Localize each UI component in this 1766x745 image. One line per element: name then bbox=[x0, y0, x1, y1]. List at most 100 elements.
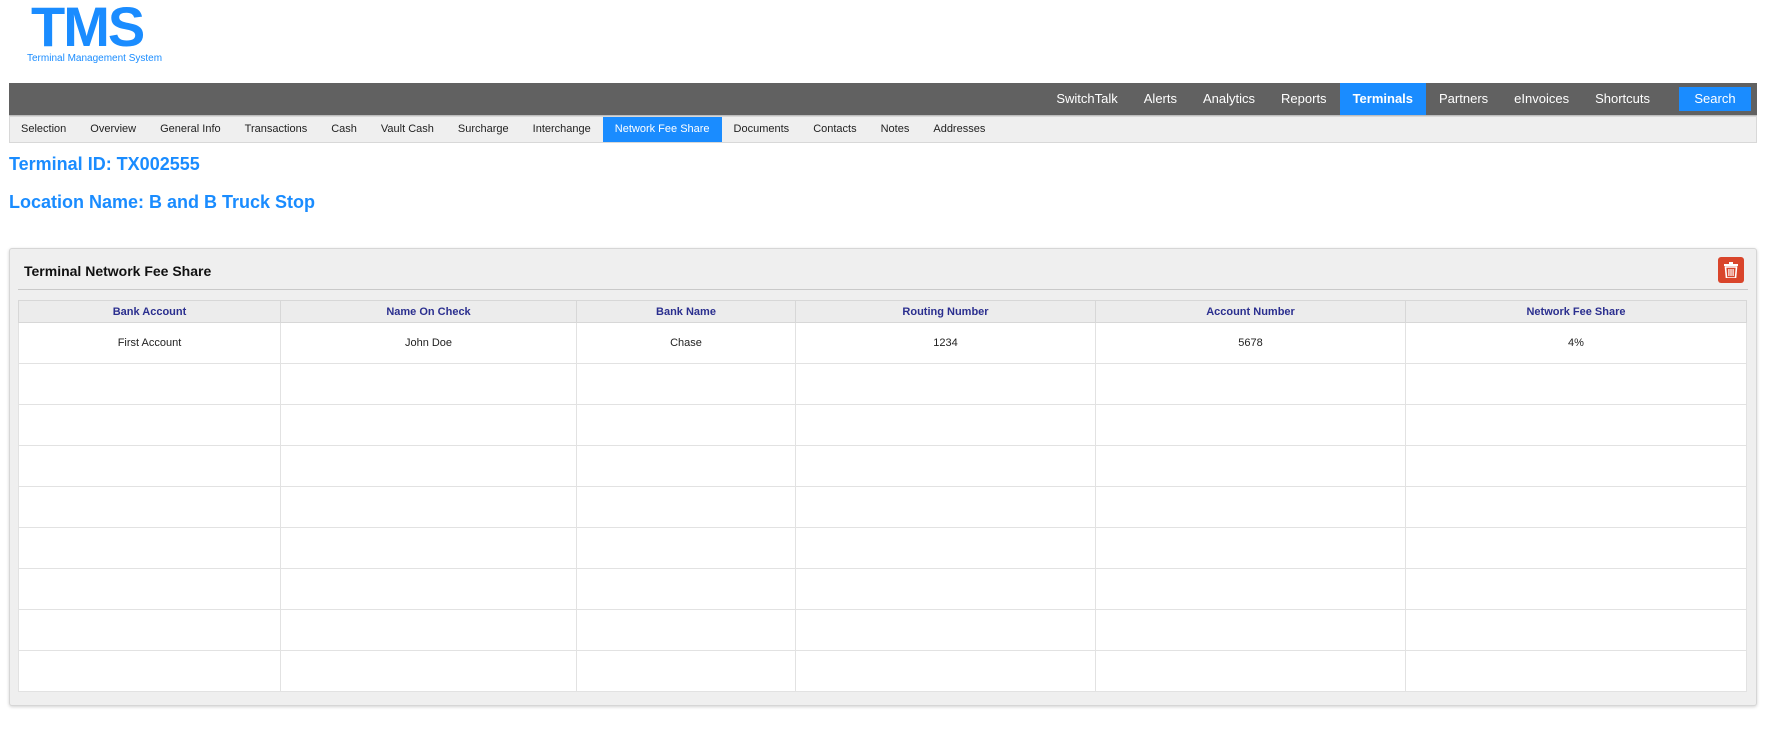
table-cell bbox=[1095, 445, 1406, 487]
nav-item-einvoices[interactable]: eInvoices bbox=[1501, 83, 1582, 115]
delete-button[interactable] bbox=[1718, 257, 1744, 283]
logo-mark: TMS bbox=[31, 0, 145, 58]
tab-network-fee-share[interactable]: Network Fee Share bbox=[602, 117, 722, 142]
nav-item-alerts[interactable]: Alerts bbox=[1131, 83, 1190, 115]
table-cell: Chase bbox=[576, 322, 796, 364]
table-cell bbox=[795, 568, 1096, 610]
column-header-routing-number[interactable]: Routing Number bbox=[795, 300, 1096, 323]
table-cell bbox=[280, 650, 577, 692]
tab-notes[interactable]: Notes bbox=[869, 117, 922, 142]
table-cell bbox=[1405, 527, 1747, 569]
table-cell bbox=[280, 568, 577, 610]
fee-share-table: Bank Account Name On Check Bank Name Rou… bbox=[18, 300, 1747, 692]
top-navigation: SwitchTalk Alerts Analytics Reports Term… bbox=[9, 83, 1757, 116]
tab-interchange[interactable]: Interchange bbox=[521, 117, 603, 142]
table-cell bbox=[1095, 568, 1406, 610]
table-cell bbox=[1405, 609, 1747, 651]
tab-overview[interactable]: Overview bbox=[78, 117, 148, 142]
column-header-bank-account[interactable]: Bank Account bbox=[18, 300, 281, 323]
table-cell bbox=[576, 650, 796, 692]
top-nav-items: SwitchTalk Alerts Analytics Reports Term… bbox=[1043, 83, 1751, 115]
table-cell bbox=[1405, 445, 1747, 487]
nav-item-terminals[interactable]: Terminals bbox=[1339, 83, 1427, 115]
table-cell bbox=[18, 527, 281, 569]
logo-subtitle: Terminal Management System bbox=[27, 53, 163, 64]
tab-cash[interactable]: Cash bbox=[319, 117, 369, 142]
table-cell bbox=[1405, 404, 1747, 446]
terminal-subnav: Selection Overview General Info Transact… bbox=[9, 116, 1757, 143]
table-row[interactable] bbox=[18, 363, 1747, 405]
table-cell bbox=[576, 363, 796, 405]
table-cell bbox=[795, 404, 1096, 446]
column-header-network-fee-share[interactable]: Network Fee Share bbox=[1405, 300, 1747, 323]
table-cell bbox=[576, 404, 796, 446]
table-cell bbox=[576, 486, 796, 528]
table-cell bbox=[1095, 650, 1406, 692]
table-row[interactable] bbox=[18, 527, 1747, 569]
table-header-row: Bank Account Name On Check Bank Name Rou… bbox=[18, 300, 1747, 323]
table-cell bbox=[18, 363, 281, 405]
nav-item-shortcuts[interactable]: Shortcuts bbox=[1582, 83, 1663, 115]
network-fee-share-panel: Terminal Network Fee Share Bank Account … bbox=[9, 248, 1757, 706]
table-cell bbox=[18, 445, 281, 487]
table-cell bbox=[576, 527, 796, 569]
table-cell bbox=[1095, 609, 1406, 651]
table-cell bbox=[795, 609, 1096, 651]
table-cell bbox=[1405, 363, 1747, 405]
search-button[interactable]: Search bbox=[1679, 87, 1751, 111]
table-cell bbox=[1095, 363, 1406, 405]
table-cell bbox=[18, 568, 281, 610]
table-cell bbox=[1405, 486, 1747, 528]
trash-icon bbox=[1724, 262, 1738, 278]
tab-selection[interactable]: Selection bbox=[10, 117, 78, 142]
panel-divider bbox=[18, 289, 1748, 290]
nav-item-switchtalk[interactable]: SwitchTalk bbox=[1043, 83, 1130, 115]
table-row[interactable] bbox=[18, 650, 1747, 692]
tab-documents[interactable]: Documents bbox=[722, 117, 802, 142]
table-cell: 4% bbox=[1405, 322, 1747, 364]
table-row[interactable]: First Account John Doe Chase 1234 5678 4… bbox=[18, 322, 1747, 364]
table-cell bbox=[1095, 486, 1406, 528]
table-cell bbox=[1095, 404, 1406, 446]
table-cell bbox=[795, 650, 1096, 692]
table-row[interactable] bbox=[18, 404, 1747, 446]
table-cell bbox=[280, 404, 577, 446]
tab-general-info[interactable]: General Info bbox=[148, 117, 233, 142]
table-cell: 5678 bbox=[1095, 322, 1406, 364]
nav-item-partners[interactable]: Partners bbox=[1426, 83, 1501, 115]
table-cell bbox=[18, 609, 281, 651]
table-row[interactable] bbox=[18, 445, 1747, 487]
table-cell: 1234 bbox=[795, 322, 1096, 364]
table-cell bbox=[280, 363, 577, 405]
table-cell bbox=[280, 486, 577, 528]
tab-vault-cash[interactable]: Vault Cash bbox=[369, 117, 446, 142]
table-row[interactable] bbox=[18, 486, 1747, 528]
table-cell bbox=[1095, 527, 1406, 569]
table-cell bbox=[1405, 650, 1747, 692]
tab-contacts[interactable]: Contacts bbox=[801, 117, 868, 142]
table-cell bbox=[795, 486, 1096, 528]
nav-item-reports[interactable]: Reports bbox=[1268, 83, 1340, 115]
table-cell bbox=[280, 527, 577, 569]
table-cell bbox=[795, 445, 1096, 487]
table-row[interactable] bbox=[18, 568, 1747, 610]
table-row[interactable] bbox=[18, 609, 1747, 651]
table-cell bbox=[576, 568, 796, 610]
tab-transactions[interactable]: Transactions bbox=[233, 117, 320, 142]
table-cell bbox=[18, 404, 281, 446]
nav-item-analytics[interactable]: Analytics bbox=[1190, 83, 1268, 115]
tab-surcharge[interactable]: Surcharge bbox=[446, 117, 521, 142]
terminal-id-heading: Terminal ID: TX002555 bbox=[9, 154, 200, 174]
table-cell bbox=[280, 445, 577, 487]
table-cell bbox=[1405, 568, 1747, 610]
tms-logo[interactable]: TMS Terminal Management System bbox=[27, 0, 167, 68]
column-header-name-on-check[interactable]: Name On Check bbox=[280, 300, 577, 323]
column-header-account-number[interactable]: Account Number bbox=[1095, 300, 1406, 323]
column-header-bank-name[interactable]: Bank Name bbox=[576, 300, 796, 323]
location-name-heading: Location Name: B and B Truck Stop bbox=[9, 192, 316, 212]
table-cell bbox=[795, 527, 1096, 569]
table-cell: First Account bbox=[18, 322, 281, 364]
table-cell bbox=[795, 363, 1096, 405]
tab-addresses[interactable]: Addresses bbox=[921, 117, 997, 142]
table-cell bbox=[576, 445, 796, 487]
